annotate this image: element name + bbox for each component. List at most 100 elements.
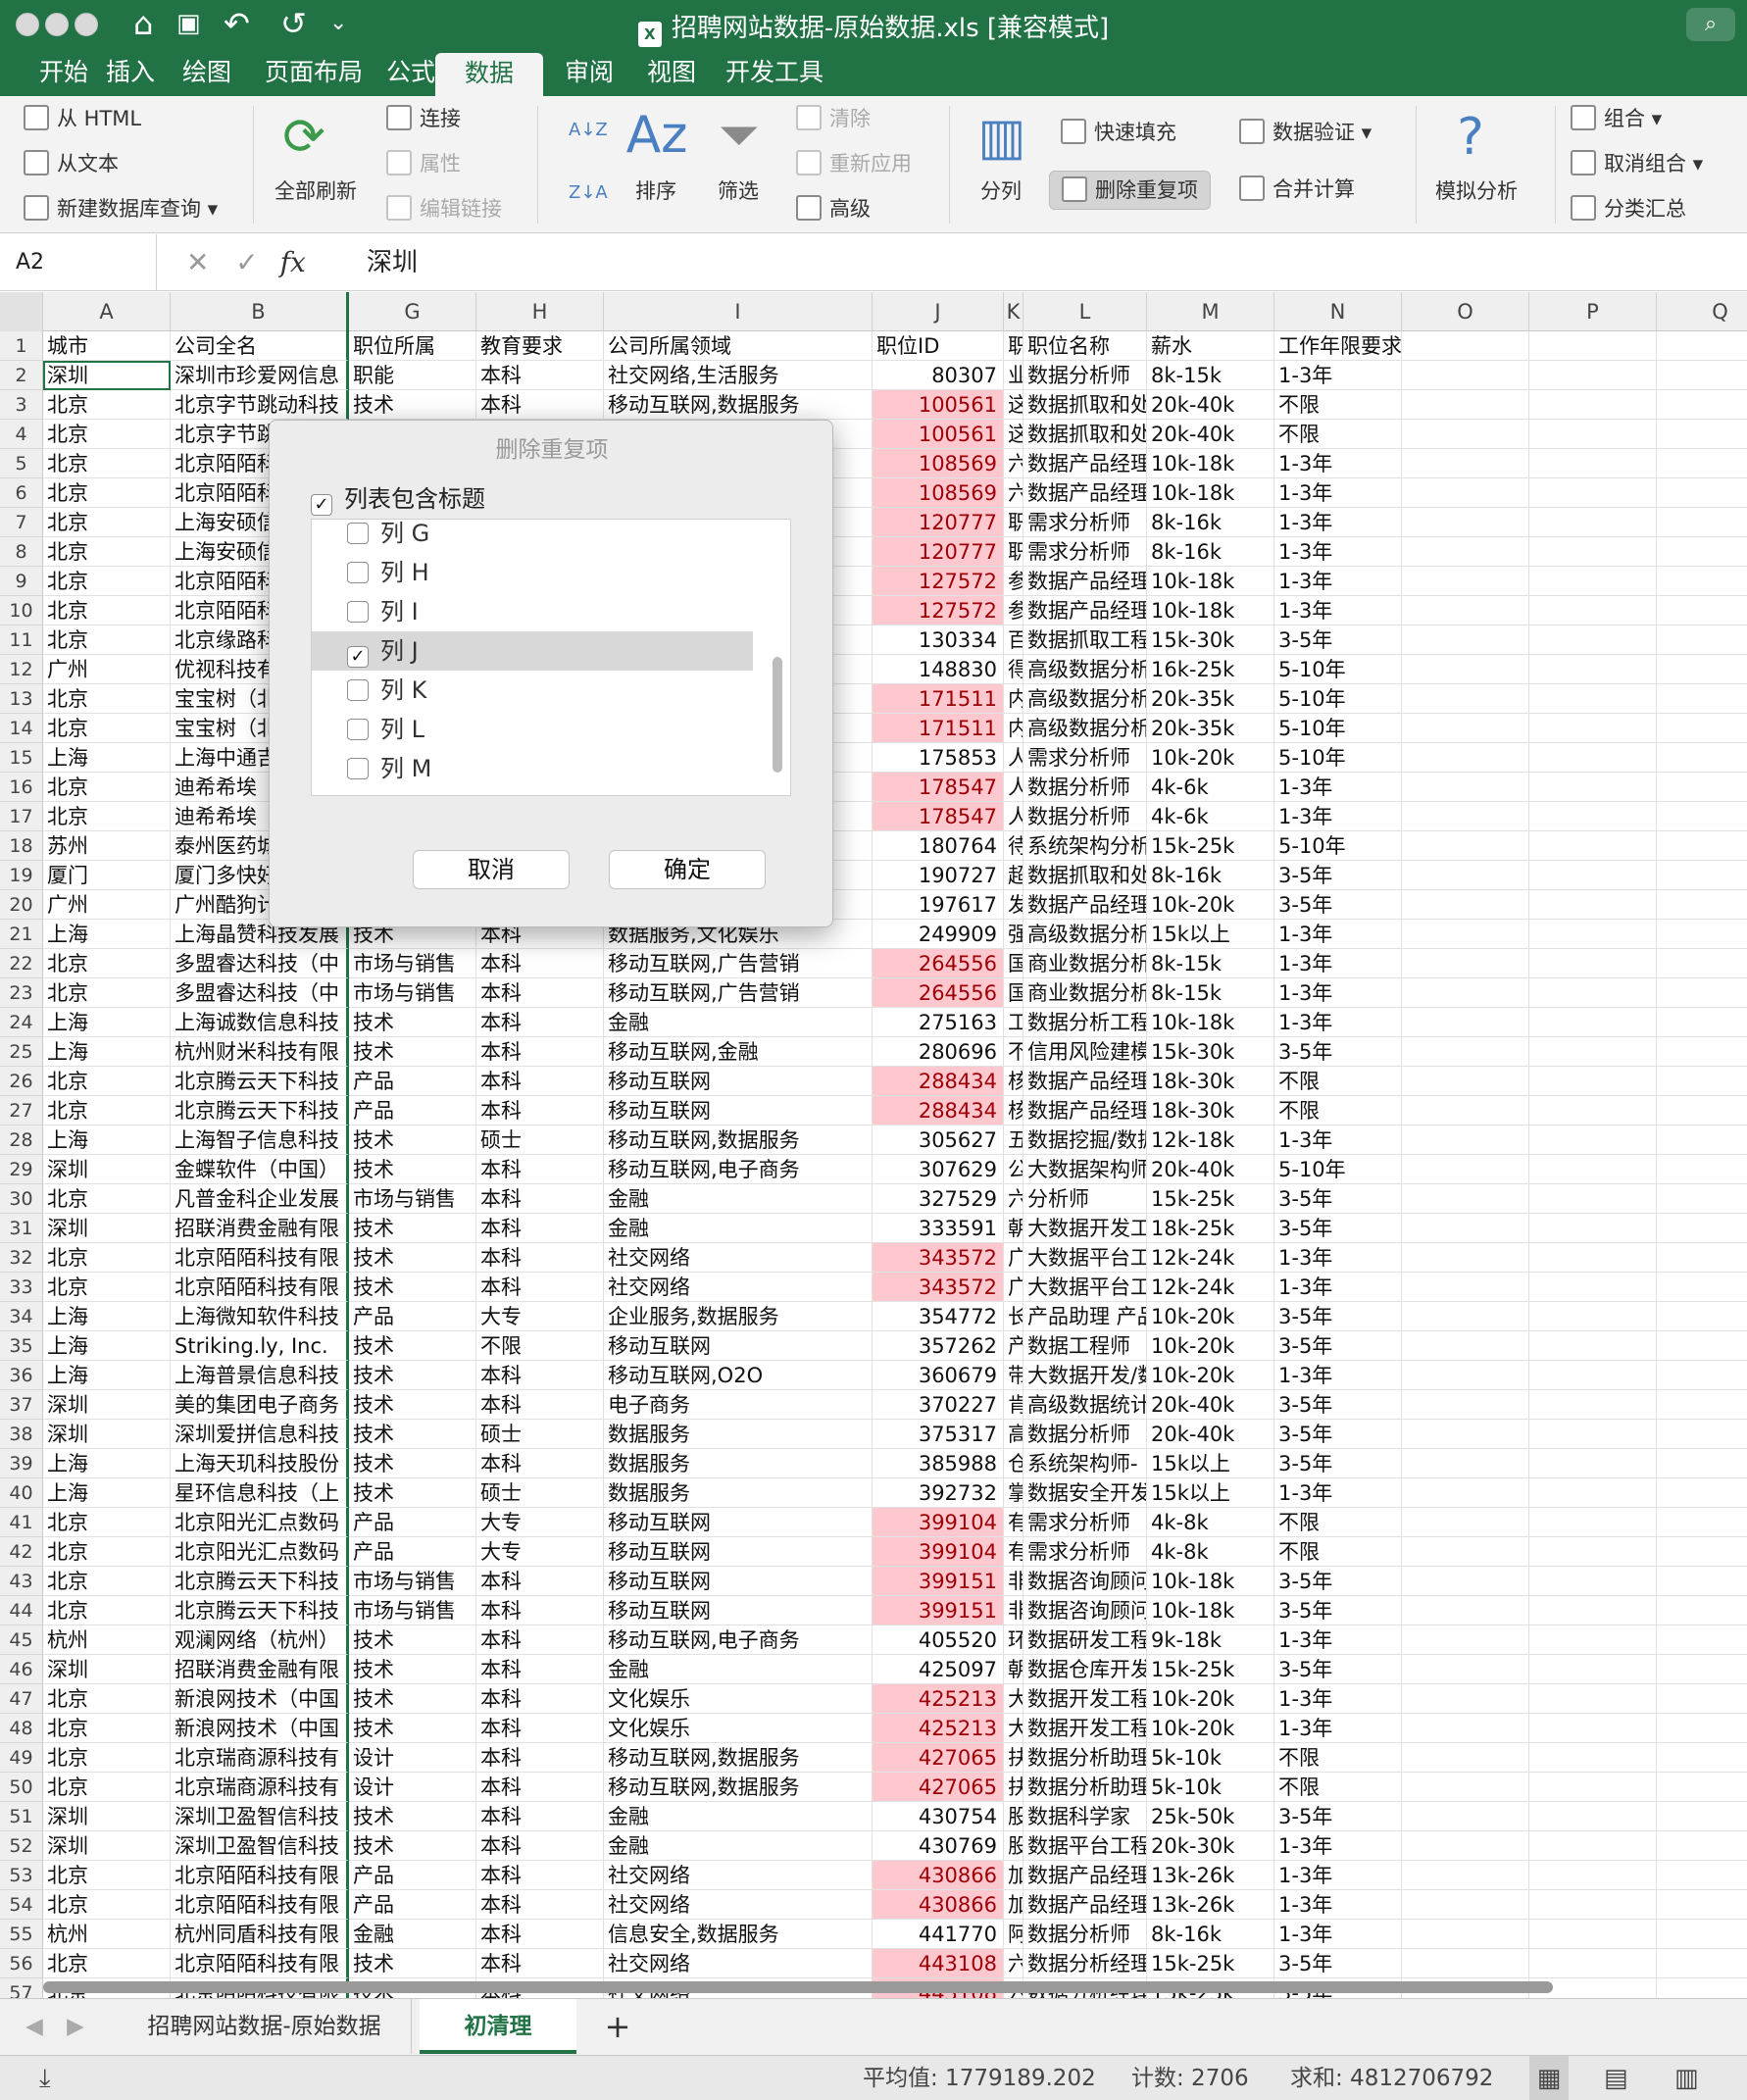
cell[interactable]: 18k-25k [1147, 1214, 1274, 1243]
column-header[interactable]: M [1147, 292, 1274, 331]
cell[interactable] [1657, 1714, 1747, 1743]
cell[interactable]: 阿 [1004, 1920, 1023, 1949]
cell[interactable]: 3-5年 [1274, 1302, 1402, 1331]
cell[interactable]: 3-5年 [1274, 890, 1402, 920]
cell[interactable]: 1-3年 [1274, 1361, 1402, 1390]
cell[interactable]: 六 [1004, 1949, 1023, 1978]
cell[interactable]: 354772 [873, 1302, 1004, 1331]
cell[interactable] [1657, 1420, 1747, 1449]
advanced-filter-button[interactable]: 高级 [796, 194, 871, 224]
cell[interactable]: 广州 [43, 890, 171, 920]
cell[interactable]: 288434 [873, 1067, 1004, 1096]
cell[interactable] [1529, 1008, 1657, 1037]
cell[interactable]: 北京腾云天下科技 [171, 1567, 349, 1596]
cell[interactable]: 技术 [349, 1331, 476, 1361]
subtotal-button[interactable]: 分类汇总 [1571, 194, 1686, 224]
cell[interactable] [1529, 1478, 1657, 1508]
cell[interactable]: 招联消费金融有限 [171, 1214, 349, 1243]
cell[interactable]: 上海 [43, 1478, 171, 1508]
cell[interactable]: 社交网络 [604, 1890, 873, 1920]
cell[interactable] [1529, 1625, 1657, 1655]
cell[interactable] [1402, 1096, 1529, 1125]
row-header[interactable]: 57 [0, 1978, 43, 1998]
column-checkbox[interactable] [347, 523, 369, 544]
cell[interactable]: 数据分析师 [1023, 1420, 1147, 1449]
cell[interactable]: 北京 [43, 1096, 171, 1125]
cell[interactable] [1529, 1302, 1657, 1331]
cell[interactable]: 设计 [349, 1773, 476, 1802]
cell[interactable]: 本科 [476, 1008, 604, 1037]
cell[interactable]: 13k-26k [1147, 1890, 1274, 1920]
cell[interactable]: 18k-30k [1147, 1067, 1274, 1096]
cell[interactable] [1402, 1714, 1529, 1743]
cell[interactable]: 百 [1004, 625, 1023, 655]
cell[interactable]: 多盟睿达科技（中 [171, 949, 349, 978]
cell[interactable]: 1-3年 [1274, 1243, 1402, 1273]
cell[interactable] [1529, 831, 1657, 861]
cell[interactable]: 北京 [43, 1949, 171, 1978]
cell[interactable]: 参 [1004, 596, 1023, 625]
cell[interactable]: 数据安全开发 [1023, 1478, 1147, 1508]
cell[interactable] [1529, 1655, 1657, 1684]
cell[interactable] [1402, 655, 1529, 684]
sheet-tab[interactable]: 招聘网站数据-原始数据 [118, 1999, 412, 2054]
cell[interactable] [1402, 890, 1529, 920]
column-list[interactable]: 列 G 列 H 列 I ✓ 列 J 列 K 列 L 列 M [311, 519, 791, 796]
cell[interactable]: 5k-10k [1147, 1743, 1274, 1773]
cell[interactable] [1657, 655, 1747, 684]
cell[interactable]: 强 [1004, 920, 1023, 949]
cell[interactable]: 1-3年 [1274, 802, 1402, 831]
filter-icon[interactable]: ⏷ [708, 106, 771, 165]
cell[interactable]: 北京瑞商源科技有 [171, 1773, 349, 1802]
cell[interactable]: 280696 [873, 1037, 1004, 1067]
cell[interactable]: 内 [1004, 714, 1023, 743]
cell[interactable]: 10k-20k [1147, 890, 1274, 920]
cell[interactable] [1529, 420, 1657, 449]
cell[interactable]: 大专 [476, 1508, 604, 1537]
cell[interactable]: 设计 [349, 1743, 476, 1773]
cell[interactable]: 移动互联网 [604, 1596, 873, 1625]
cell[interactable]: 深圳 [43, 1655, 171, 1684]
cell[interactable]: 3-5年 [1274, 1655, 1402, 1684]
cell[interactable]: 15k-30k [1147, 625, 1274, 655]
cell[interactable]: 技术 [349, 1714, 476, 1743]
cell[interactable] [1529, 1537, 1657, 1567]
formula-input[interactable]: 深圳 [367, 234, 418, 291]
cell[interactable]: 股 [1004, 1831, 1023, 1861]
cell[interactable]: 杭州 [43, 1920, 171, 1949]
row-header[interactable]: 1 [0, 331, 43, 361]
row-header[interactable]: 26 [0, 1067, 43, 1096]
cell[interactable]: 本科 [476, 1655, 604, 1684]
cell[interactable]: 产品 [349, 1537, 476, 1567]
column-list-item[interactable]: 列 G [312, 520, 753, 553]
cell[interactable]: 北京 [43, 1890, 171, 1920]
cell[interactable] [1657, 331, 1747, 361]
column-list-item[interactable]: 列 M [312, 749, 753, 788]
cell[interactable]: 3-5年 [1274, 861, 1402, 890]
row-header[interactable]: 31 [0, 1214, 43, 1243]
cell[interactable]: 北京 [43, 1596, 171, 1625]
refresh-all-button[interactable]: 全部刷新 [275, 176, 357, 206]
insert-function-icon[interactable]: fx [280, 246, 306, 278]
cancel-button[interactable]: 取消 [413, 850, 570, 889]
cell[interactable]: 人 [1004, 773, 1023, 802]
from-html-button[interactable]: 从 HTML [24, 104, 141, 133]
cell[interactable]: 六 [1004, 1184, 1023, 1214]
cell[interactable]: 技术 [349, 1655, 476, 1684]
cell[interactable]: 10k-18k [1147, 449, 1274, 478]
cell[interactable]: 人 [1004, 802, 1023, 831]
cell[interactable]: 不限 [476, 1331, 604, 1361]
cell[interactable]: 硕士 [476, 1125, 604, 1155]
cell[interactable]: 80307 [873, 361, 1004, 390]
cell[interactable] [1402, 1802, 1529, 1831]
cell[interactable] [1529, 361, 1657, 390]
cell[interactable]: 北京 [43, 802, 171, 831]
cell[interactable]: 移动互联网 [604, 1067, 873, 1096]
cell[interactable]: 得 [1004, 655, 1023, 684]
cell[interactable]: 15k-25k [1147, 831, 1274, 861]
row-header[interactable]: 45 [0, 1625, 43, 1655]
cell[interactable]: 1-3年 [1274, 920, 1402, 949]
add-sheet-button[interactable]: + [588, 1999, 647, 2054]
cell[interactable]: 扶 [1004, 1743, 1023, 1773]
cell[interactable]: 数据产品经理 [1023, 567, 1147, 596]
